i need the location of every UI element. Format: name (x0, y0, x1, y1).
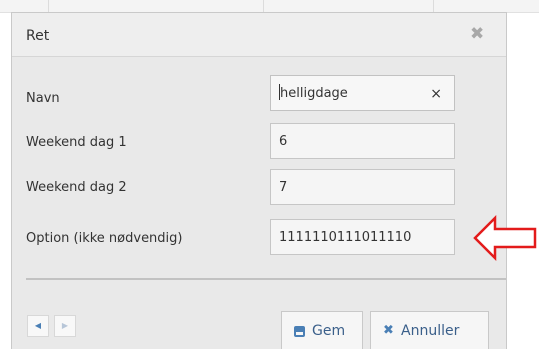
background-grid-line (48, 0, 49, 12)
weekend-day-2-label: Weekend dag 2 (26, 180, 127, 195)
floppy-disk-icon (294, 326, 305, 337)
weekend-day-1-input[interactable]: 6 (270, 123, 455, 159)
clear-input-icon[interactable]: × (430, 76, 442, 112)
cancel-button[interactable]: ✖ Annuller (370, 311, 489, 349)
red-outline-arrow-icon (473, 214, 537, 262)
dialog-titlebar: Ret ✖ (12, 13, 506, 57)
x-icon: ✖ (383, 323, 394, 338)
option-input[interactable]: 1111110111011110 (270, 219, 455, 255)
name-value: helligdage (280, 86, 348, 101)
name-input[interactable]: helligdage × (270, 75, 455, 111)
save-button-label: Gem (312, 323, 346, 339)
close-icon[interactable]: ✖ (470, 24, 484, 44)
form-divider (26, 278, 506, 280)
background-grid-line (433, 0, 434, 12)
save-button[interactable]: Gem (281, 311, 363, 349)
weekend-day-1-label: Weekend dag 1 (26, 135, 127, 150)
edit-dialog: Ret ✖ Navn helligdage × Weekend dag 1 6 … (11, 12, 507, 349)
name-label: Navn (26, 91, 60, 106)
next-record-button[interactable]: ▶ (54, 315, 76, 337)
background-grid-line (263, 0, 264, 12)
weekend-day-2-input[interactable]: 7 (270, 169, 455, 205)
dialog-title: Ret (26, 28, 50, 44)
previous-record-button[interactable]: ◀ (27, 315, 49, 337)
option-label: Option (ikke nødvendig) (26, 231, 183, 246)
cancel-button-label: Annuller (401, 323, 460, 339)
